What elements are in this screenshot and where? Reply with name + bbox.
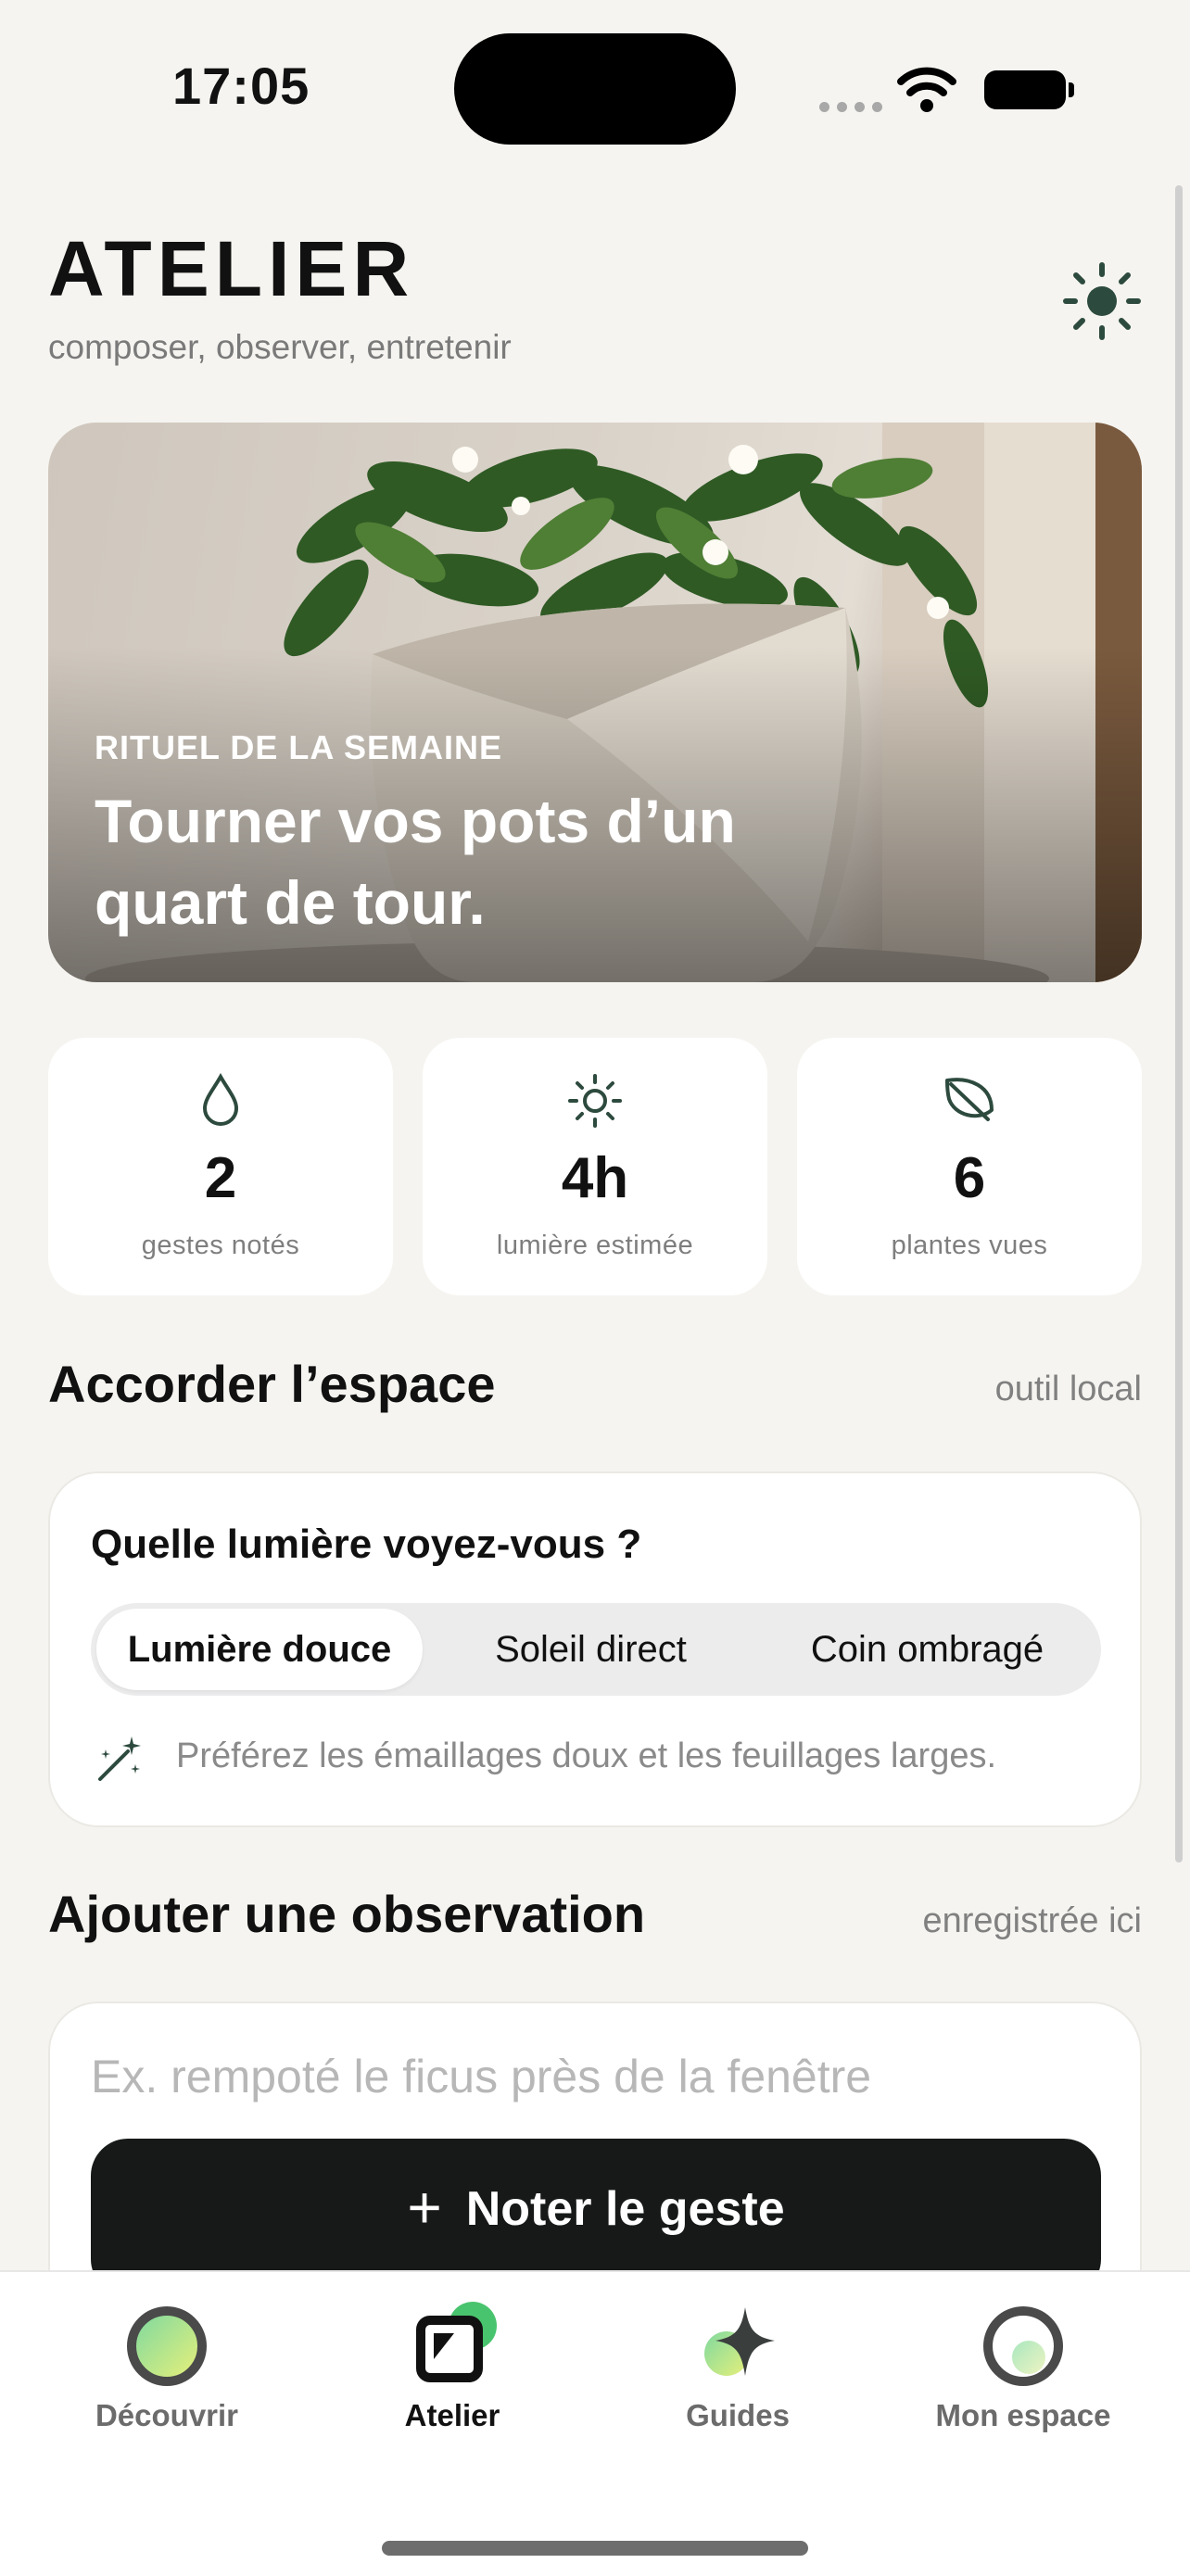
sun-icon[interactable]	[1060, 259, 1144, 343]
scrollbar[interactable]	[1175, 185, 1183, 1863]
section-meta-space: outil local	[994, 1370, 1142, 1408]
dynamic-island	[454, 33, 736, 145]
stats-row: 2 gestes notés 4h lumière estimée 6 plan…	[48, 1038, 1142, 1295]
tab-discover[interactable]: Découvrir	[46, 2300, 287, 2433]
stat-card-gestures[interactable]: 2 gestes notés	[48, 1038, 393, 1295]
stat-card-plants[interactable]: 6 plantes vues	[797, 1038, 1142, 1295]
tab-guides[interactable]: Guides	[617, 2300, 858, 2433]
magic-wand-icon	[98, 1736, 141, 1781]
segment-shade[interactable]: Coin ombragé	[759, 1609, 1095, 1690]
tab-label: Découvrir	[95, 2398, 239, 2432]
segment-soft-light[interactable]: Lumière douce	[96, 1609, 423, 1690]
page-subtitle: composer, observer, entretenir	[48, 328, 512, 366]
stat-label: lumière estimée	[496, 1231, 694, 1260]
wifi-icon	[897, 67, 956, 112]
drop-icon	[202, 1073, 239, 1126]
tab-atelier[interactable]: Atelier	[332, 2300, 573, 2433]
weekly-ritual-card[interactable]: RITUEL DE LA SEMAINE Tourner vos pots d’…	[48, 423, 1142, 982]
section-title-space: Accorder l’espace	[48, 1355, 496, 1413]
tab-bar: Découvrir Atelier Guides Mon espace	[0, 2270, 1190, 2576]
tab-label: Atelier	[404, 2398, 500, 2432]
plus-icon: +	[407, 2174, 442, 2241]
section-title-observation: Ajouter une observation	[48, 1885, 646, 1943]
home-indicator[interactable]	[382, 2541, 808, 2556]
tab-label: Mon espace	[935, 2398, 1111, 2432]
observation-input[interactable]	[91, 2050, 1092, 2103]
battery-icon	[984, 70, 1074, 109]
stat-value: 4h	[561, 1146, 629, 1210]
note-button-label: Noter le geste	[465, 2182, 785, 2236]
tab-label: Guides	[686, 2398, 790, 2432]
light-selector-card: Quelle lumière voyez-vous ? Lumière douc…	[48, 1471, 1142, 1827]
section-meta-observation: enregistrée ici	[922, 1901, 1142, 1940]
light-tip: Préférez les émaillages doux et les feui…	[176, 1736, 997, 1775]
cellular-icon	[819, 102, 882, 112]
atelier-icon	[416, 2302, 497, 2382]
discover-icon	[127, 2306, 207, 2386]
stat-value: 2	[204, 1146, 237, 1210]
tab-my-space[interactable]: Mon espace	[903, 2300, 1144, 2433]
hero-headline: Tourner vos pots d’un quart de tour.	[95, 787, 736, 937]
profile-icon	[983, 2306, 1063, 2386]
status-time: 17:05	[172, 57, 310, 115]
stat-label: plantes vues	[891, 1231, 1048, 1260]
stat-label: gestes notés	[141, 1231, 300, 1260]
leaf-icon	[945, 1078, 994, 1121]
sun-icon	[568, 1074, 622, 1128]
page-title: ATELIER	[48, 225, 415, 312]
light-question: Quelle lumière voyez-vous ?	[91, 1522, 642, 1567]
stat-card-light[interactable]: 4h lumière estimée	[423, 1038, 767, 1295]
hero-kicker: RITUEL DE LA SEMAINE	[95, 728, 503, 766]
stat-value: 6	[953, 1146, 986, 1210]
segment-direct-sun[interactable]: Soleil direct	[423, 1609, 759, 1690]
light-segmented-control: Lumière douce Soleil direct Coin ombragé	[91, 1603, 1101, 1696]
sparkle-icon	[704, 2307, 775, 2376]
